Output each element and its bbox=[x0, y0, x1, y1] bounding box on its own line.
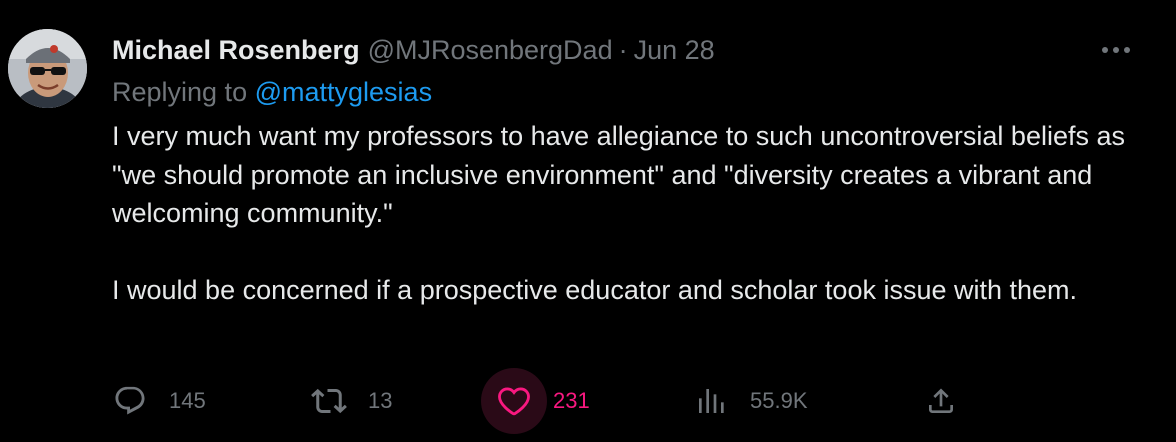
share-upload-icon bbox=[929, 388, 953, 413]
like-icon-wrap bbox=[481, 368, 547, 434]
retweet-button[interactable]: 13 bbox=[296, 368, 392, 434]
heart-icon bbox=[498, 387, 530, 416]
reply-icon-wrap bbox=[97, 368, 163, 434]
replying-to-mention-link[interactable]: @mattyglesias bbox=[255, 77, 432, 107]
header-separator: · bbox=[618, 35, 628, 65]
retweet-icon-wrap bbox=[296, 368, 362, 434]
more-options-button[interactable] bbox=[1096, 34, 1136, 66]
more-horizontal-icon bbox=[1102, 47, 1130, 53]
tweet-text: I very much want my professors to have a… bbox=[112, 117, 1152, 310]
tweet-date[interactable]: Jun 28 bbox=[634, 32, 715, 68]
views-bar-chart-icon bbox=[699, 389, 724, 413]
views-icon-wrap bbox=[678, 368, 744, 434]
retweet-icon bbox=[311, 388, 347, 414]
tweet-header: Michael Rosenberg @MJRosenbergDad · Jun … bbox=[112, 30, 715, 70]
tweet-action-bar: 145 13 231 55.9K bbox=[0, 368, 1176, 434]
like-count: 231 bbox=[553, 388, 590, 413]
views-count: 55.9K bbox=[750, 388, 808, 413]
tweet: Michael Rosenberg @MJRosenbergDad · Jun … bbox=[0, 0, 1176, 442]
tweet-paragraph-2: I would be concerned if a prospective ed… bbox=[112, 275, 1078, 305]
replying-to-label: Replying to bbox=[112, 77, 248, 107]
like-button[interactable]: 231 bbox=[481, 368, 590, 434]
reply-bubble-icon bbox=[115, 386, 145, 415]
retweet-count: 13 bbox=[368, 388, 393, 413]
views-button[interactable]: 55.9K bbox=[678, 368, 808, 434]
replying-to-line: Replying to @mattyglesias bbox=[112, 74, 432, 110]
tweet-paragraph-1: I very much want my professors to have a… bbox=[112, 121, 1125, 228]
share-button[interactable] bbox=[908, 368, 974, 434]
avatar-photo-icon bbox=[8, 29, 87, 108]
reply-count: 145 bbox=[169, 388, 206, 413]
author-avatar[interactable] bbox=[8, 29, 87, 108]
author-handle[interactable]: @MJRosenbergDad bbox=[368, 32, 613, 68]
share-icon-wrap bbox=[908, 368, 974, 434]
reply-button[interactable]: 145 bbox=[97, 368, 206, 434]
author-display-name[interactable]: Michael Rosenberg bbox=[112, 32, 360, 68]
